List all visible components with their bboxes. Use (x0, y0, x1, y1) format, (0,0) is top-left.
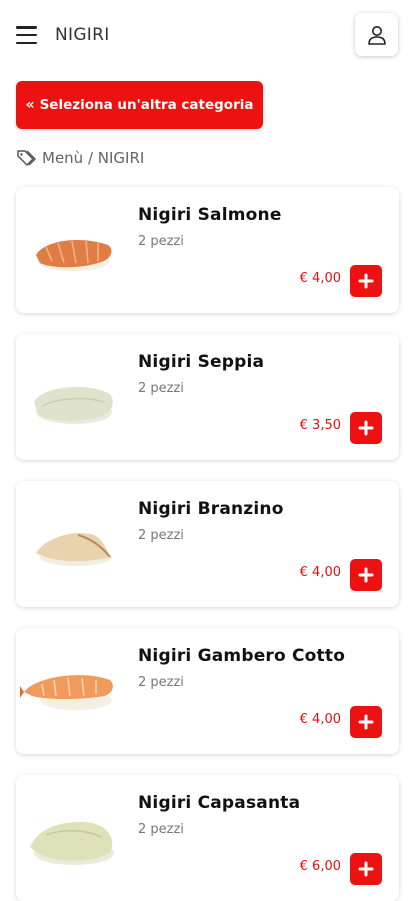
plus-icon (358, 861, 374, 877)
product-price: € 6,00 (299, 859, 341, 874)
product-price: € 4,00 (299, 565, 341, 580)
user-account-button[interactable] (355, 13, 398, 56)
add-to-cart-button[interactable] (350, 706, 382, 738)
product-name: Nigiri Seppia (138, 352, 265, 372)
add-to-cart-button[interactable] (350, 265, 382, 297)
plus-icon (358, 714, 374, 730)
cooked-shrimp-nigiri-image (20, 675, 113, 710)
tag-icon (17, 150, 36, 166)
product-card-gambero-cotto[interactable]: Nigiri Gambero Cotto 2 pezzi € 4,00 (16, 628, 399, 754)
product-price: € 4,00 (299, 712, 341, 727)
plus-icon (358, 273, 374, 289)
product-name: Nigiri Salmone (138, 205, 282, 225)
product-description: 2 pezzi (138, 528, 184, 543)
add-to-cart-button[interactable] (350, 559, 382, 591)
plus-icon (358, 567, 374, 583)
product-description: 2 pezzi (138, 675, 184, 690)
app-header: NIGIRI (0, 0, 415, 72)
plus-icon (358, 420, 374, 436)
breadcrumb: Menù / NIGIRI (16, 148, 144, 168)
salmon-nigiri-image (36, 240, 112, 271)
user-icon (367, 25, 386, 45)
product-card-branzino[interactable]: Nigiri Branzino 2 pezzi € 4,00 (16, 481, 399, 607)
product-price: € 4,00 (299, 271, 341, 286)
select-other-category-button[interactable]: « Seleziona un'altra categoria (16, 81, 263, 129)
breadcrumb-path: Menù / NIGIRI (42, 149, 145, 167)
add-to-cart-button[interactable] (350, 853, 382, 885)
seabass-nigiri-image (36, 533, 112, 566)
product-description: 2 pezzi (138, 234, 184, 249)
product-description: 2 pezzi (138, 822, 184, 837)
select-other-category-label: Seleziona un'altra categoria (39, 97, 254, 113)
product-price: € 3,50 (299, 418, 341, 433)
double-chevron-left-icon: « (25, 97, 35, 113)
cuttlefish-nigiri-image (34, 387, 113, 424)
product-card-seppia[interactable]: Nigiri Seppia 2 pezzi € 3,50 (16, 334, 399, 460)
add-to-cart-button[interactable] (350, 412, 382, 444)
product-card-capasanta[interactable]: Nigiri Capasanta 2 pezzi € 6,00 (16, 775, 399, 901)
product-name: Nigiri Branzino (138, 499, 284, 519)
product-name: Nigiri Capasanta (138, 793, 301, 813)
page-title: NIGIRI (55, 25, 110, 45)
product-card-salmone[interactable]: Nigiri Salmone 2 pezzi € 4,00 (16, 187, 399, 313)
scallop-nigiri-image (30, 822, 114, 865)
hamburger-menu-icon[interactable] (16, 26, 37, 44)
product-description: 2 pezzi (138, 381, 184, 396)
product-name: Nigiri Gambero Cotto (138, 646, 346, 666)
